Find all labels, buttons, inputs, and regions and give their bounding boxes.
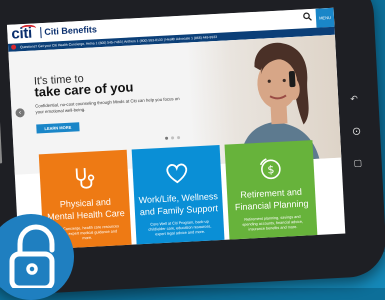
home-icon[interactable]: ⊙: [352, 126, 362, 138]
recent-apps-icon[interactable]: ▢: [353, 158, 362, 168]
svg-text:$: $: [267, 163, 275, 176]
carousel-dot[interactable]: [165, 136, 169, 140]
back-icon[interactable]: ↶: [350, 94, 358, 104]
hero-title-line2: take care of you: [34, 79, 134, 100]
card-title: Retirement and Financial Planning: [234, 186, 309, 213]
card-description: Retirement planning, savings and spendin…: [242, 214, 304, 232]
card-work-life-wellness[interactable]: Work/Life, Wellness and Family Support C…: [131, 144, 225, 250]
carousel-dots: [165, 136, 181, 140]
alert-icon: [10, 44, 17, 50]
dollar-icon: $: [259, 158, 281, 180]
hero-copy: Confidential, no-cost counseling through…: [35, 95, 180, 115]
logo[interactable]: citi: [11, 25, 32, 43]
menu-label: MENU: [318, 14, 332, 21]
learn-more-label: LEARN MORE: [44, 124, 72, 132]
card-title: Work/Life, Wellness and Family Support: [138, 191, 219, 218]
site-title[interactable]: Citi Benefits: [44, 24, 97, 37]
lock-badge: [0, 214, 80, 300]
home-button[interactable]: [0, 117, 3, 164]
lock-icon: [9, 224, 55, 288]
stethoscope-icon: [75, 167, 95, 189]
menu-button[interactable]: MENU: [315, 7, 335, 28]
logo-divider: [40, 27, 42, 39]
learn-more-button[interactable]: LEARN MORE: [36, 122, 80, 134]
card-retirement-financial[interactable]: $ Retirement and Financial Planning Reti…: [224, 140, 318, 245]
card-description: Core Well at Citi Program, back-up child…: [148, 219, 212, 237]
search-icon[interactable]: [303, 12, 313, 24]
carousel-dot[interactable]: [171, 136, 175, 140]
carousel-dot[interactable]: [177, 136, 181, 140]
heart-icon: [166, 163, 188, 184]
chevron-left-icon: ‹: [18, 109, 22, 117]
carousel-prev-button[interactable]: ‹: [15, 108, 25, 118]
